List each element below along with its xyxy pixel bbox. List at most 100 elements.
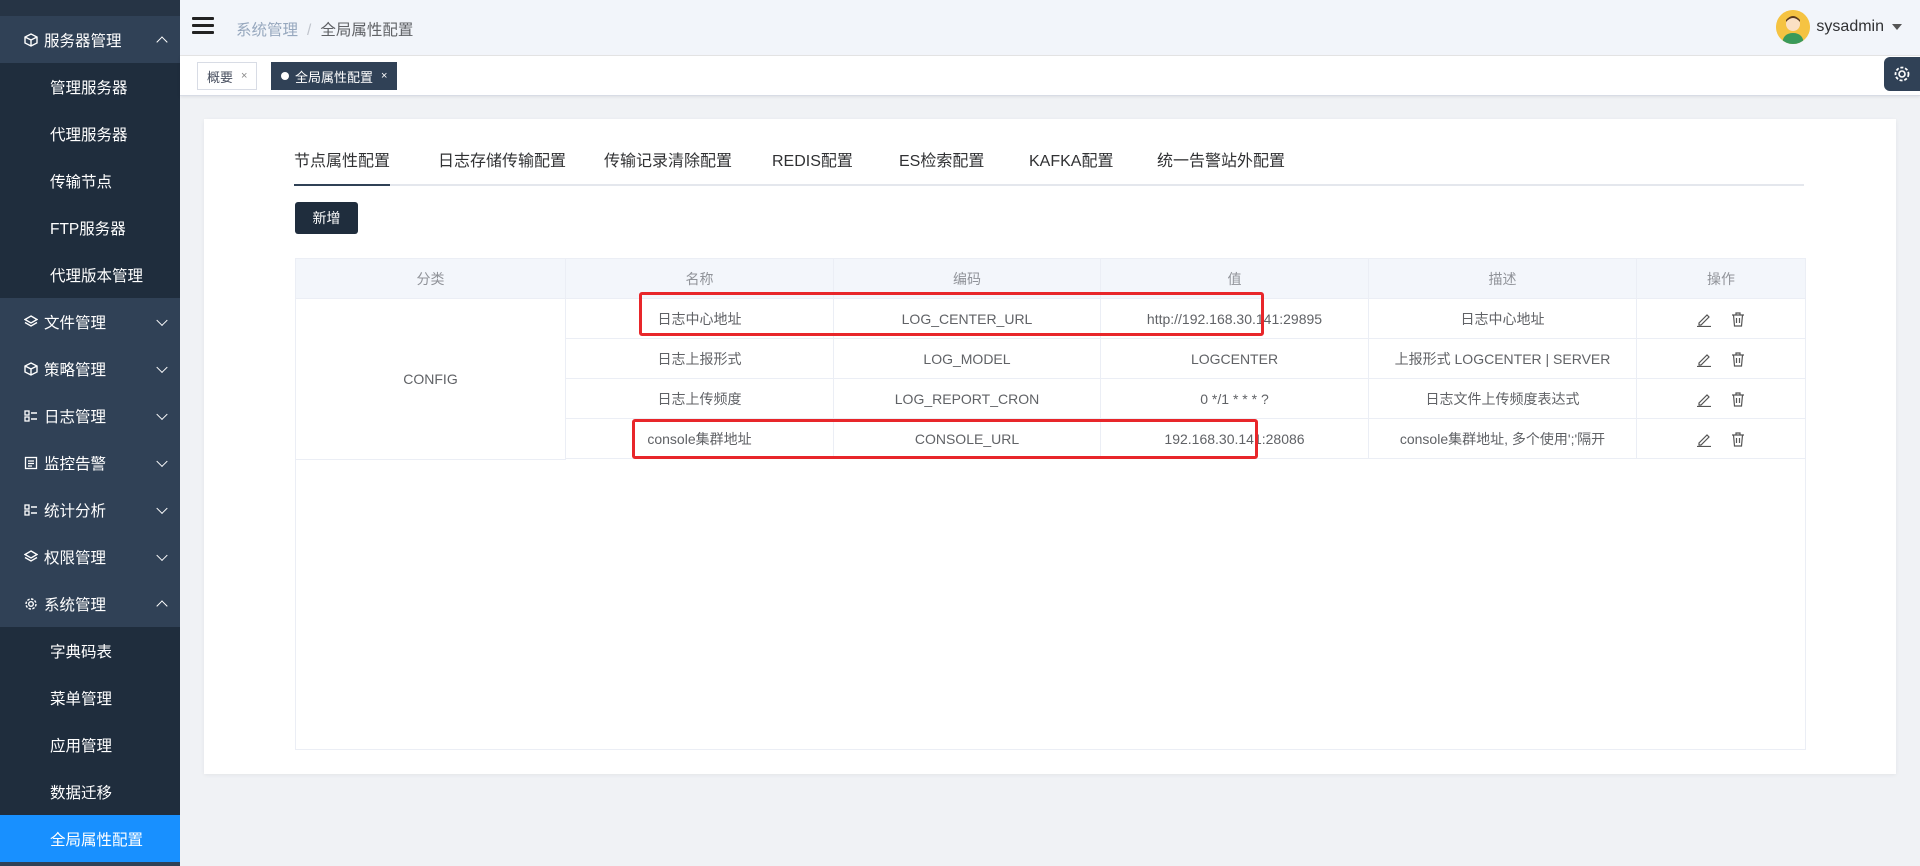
layers-icon: [24, 549, 38, 564]
table-cell-name: console集群地址: [566, 419, 834, 459]
add-button[interactable]: 新增: [295, 202, 358, 234]
breadcrumb-item[interactable]: 系统管理: [236, 22, 298, 39]
username[interactable]: sysadmin: [1816, 18, 1884, 36]
chevron-down-icon: [156, 314, 168, 326]
menu-label: 文件管理: [44, 314, 107, 332]
table-cell-name: 日志上报形式: [566, 339, 834, 379]
category-cell: CONFIG: [296, 299, 566, 460]
menu-label: 策略管理: [44, 361, 107, 379]
sub-item-app-management[interactable]: 应用管理: [0, 721, 180, 768]
table-cell-name: 日志上传频度: [566, 379, 834, 419]
menu-label: 监控告警: [44, 455, 107, 473]
table-cell-actions: [1637, 379, 1805, 419]
tag-label: 全局属性配置: [295, 69, 374, 85]
tab-alert-config[interactable]: 统一告警站外配置: [1157, 149, 1285, 186]
settings-gear-button[interactable]: [1884, 57, 1920, 91]
table-cell-code: LOG_MODEL: [834, 339, 1101, 379]
content-card: 节点属性配置 日志存储传输配置 传输记录清除配置 REDIS配置 ES检索配置 …: [204, 119, 1896, 774]
sub-item-transfer-node[interactable]: 传输节点: [0, 157, 180, 204]
config-tabs: 节点属性配置 日志存储传输配置 传输记录清除配置 REDIS配置 ES检索配置 …: [294, 149, 1804, 186]
monitor-icon: [24, 456, 38, 470]
menu-monitor-alert[interactable]: 监控告警: [0, 439, 180, 486]
sub-item-menu-management[interactable]: 菜单管理: [0, 674, 180, 721]
breadcrumb: 系统管理 / 全局属性配置: [236, 22, 414, 39]
table-cell-code: LOG_CENTER_URL: [834, 299, 1101, 339]
close-icon[interactable]: ×: [381, 70, 387, 82]
cube-icon: [24, 32, 38, 47]
list-icon: [24, 409, 38, 423]
column-header: 编码: [834, 259, 1101, 299]
tab-redis-config[interactable]: REDIS配置: [772, 149, 853, 186]
chevron-up-icon: [156, 35, 168, 48]
table-cell-code: CONSOLE_URL: [834, 419, 1101, 459]
menu-statistics[interactable]: 统计分析: [0, 486, 180, 533]
gear-icon: [1894, 66, 1910, 82]
table-header: 分类 名称 编码 值 描述 操作: [296, 259, 1805, 299]
delete-icon[interactable]: [1730, 311, 1746, 327]
sub-item-dictionary[interactable]: 字典码表: [0, 627, 180, 674]
sub-item-manage-server[interactable]: 管理服务器: [0, 63, 180, 110]
chevron-down-icon: [156, 549, 168, 561]
menu-label: 服务器管理: [44, 32, 122, 50]
column-header: 分类: [296, 259, 566, 299]
delete-icon[interactable]: [1730, 351, 1746, 367]
sub-item-ftp-server[interactable]: FTP服务器: [0, 204, 180, 251]
menu-policy-management[interactable]: 策略管理: [0, 345, 180, 392]
menu-server-management[interactable]: 服务器管理: [0, 16, 180, 63]
sub-item-global-config[interactable]: 全局属性配置: [0, 815, 180, 862]
column-header: 名称: [566, 259, 834, 299]
table-cell-actions: [1637, 299, 1805, 339]
tag-global-config[interactable]: 全局属性配置 ×: [271, 62, 398, 90]
table-cell-actions: [1637, 339, 1805, 379]
table-cell-value: http://192.168.30.141:29895: [1101, 299, 1369, 339]
cube-icon: [24, 361, 38, 376]
table-cell-desc: 上报形式 LOGCENTER | SERVER: [1369, 339, 1637, 379]
edit-icon[interactable]: [1696, 351, 1712, 367]
menu-label: 日志管理: [44, 408, 107, 426]
table-cell-code: LOG_REPORT_CRON: [834, 379, 1101, 419]
tab-node-config[interactable]: 节点属性配置: [294, 149, 391, 186]
table-cell-value: 0 */1 * * * ?: [1101, 379, 1369, 419]
table-cell-value: LOGCENTER: [1101, 339, 1369, 379]
close-icon[interactable]: ×: [241, 70, 247, 82]
tab-kafka-config[interactable]: KAFKA配置: [1029, 149, 1113, 186]
edit-icon[interactable]: [1696, 311, 1712, 327]
edit-icon[interactable]: [1696, 431, 1712, 447]
user-menu[interactable]: sysadmin: [1776, 10, 1902, 44]
chevron-down-icon: [156, 455, 168, 467]
menu-log-management[interactable]: 日志管理: [0, 392, 180, 439]
tag-overview[interactable]: 概要 ×: [197, 62, 258, 90]
column-header: 操作: [1707, 271, 1735, 287]
sub-item-proxy-server[interactable]: 代理服务器: [0, 110, 180, 157]
table-cell-value: 192.168.30.141:28086: [1101, 419, 1369, 459]
delete-icon[interactable]: [1730, 431, 1746, 447]
delete-icon[interactable]: [1730, 391, 1746, 407]
config-table: 分类 名称 编码 值 描述 操作 CONFIG 日志中心地址 LOG_CENTE…: [295, 258, 1806, 750]
tab-es-config[interactable]: ES检索配置: [899, 149, 984, 186]
sidebar-logo-strip: [0, 0, 180, 16]
column-header: 描述: [1369, 259, 1637, 299]
table-cell-desc: console集群地址, 多个使用';'隔开: [1369, 419, 1637, 459]
gear-icon: [24, 597, 38, 611]
hamburger-menu-icon[interactable]: [192, 17, 214, 35]
tab-transfer-clean-config[interactable]: 传输记录清除配置: [604, 149, 732, 186]
breadcrumb-current: 全局属性配置: [320, 22, 414, 39]
active-dot-icon: [281, 72, 289, 80]
tab-log-storage-config[interactable]: 日志存储传输配置: [438, 149, 566, 186]
menu-file-management[interactable]: 文件管理: [0, 298, 180, 345]
top-navbar: 系统管理 / 全局属性配置 sysadmin: [180, 0, 1920, 56]
menu-label: 统计分析: [44, 502, 107, 520]
sub-item-data-migration[interactable]: 数据迁移: [0, 768, 180, 815]
list-icon: [24, 503, 38, 517]
menu-permission-management[interactable]: 权限管理: [0, 533, 180, 580]
layers-icon: [24, 314, 38, 329]
sub-item-proxy-version[interactable]: 代理版本管理: [0, 251, 180, 298]
avatar[interactable]: [1776, 10, 1811, 44]
table-cell-desc: 日志中心地址: [1369, 299, 1637, 339]
chevron-up-icon: [156, 599, 168, 612]
caret-down-icon[interactable]: [1892, 24, 1902, 30]
tags-view: 概要 × 全局属性配置 ×: [180, 56, 1920, 96]
edit-icon[interactable]: [1696, 391, 1712, 407]
tag-label: 概要: [207, 69, 234, 85]
menu-system-management[interactable]: 系统管理: [0, 580, 180, 627]
